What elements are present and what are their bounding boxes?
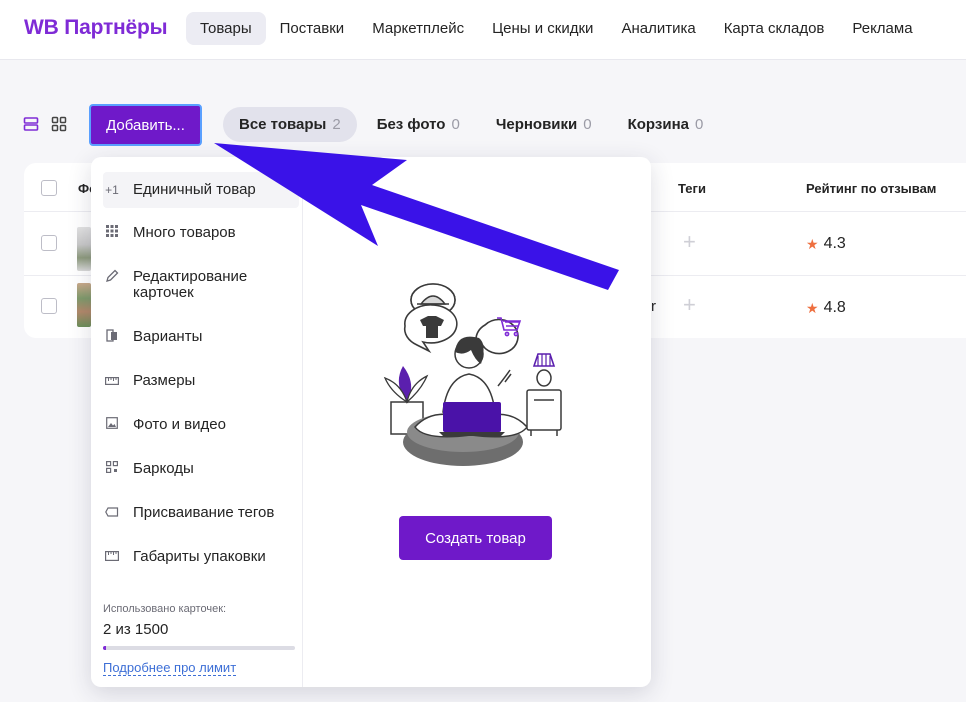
- row-checkbox[interactable]: [41, 235, 57, 251]
- usage-progress-bar: [103, 646, 295, 650]
- menu-item-label: Редактирование карточек: [133, 268, 248, 301]
- menu-item-tags[interactable]: Присваивание тегов: [103, 505, 299, 521]
- row-checkbox[interactable]: [41, 298, 57, 314]
- filter-label: Без фото: [376, 116, 446, 133]
- menu-item-package-dimensions[interactable]: Габариты упаковки: [103, 549, 299, 565]
- nav-item-analytics[interactable]: Аналитика: [607, 12, 709, 45]
- usage-progress-fill: [103, 646, 106, 650]
- filter-trash[interactable]: Корзина 0: [612, 107, 720, 142]
- pencil-icon: [103, 269, 121, 286]
- menu-item-barcodes[interactable]: Баркоды: [103, 461, 299, 477]
- star-icon: ★: [806, 235, 819, 252]
- filter-no-photo[interactable]: Без фото 0: [361, 107, 476, 142]
- filter-tabs: Все товары 2 Без фото 0 Черновики 0 Корзина…: [223, 107, 723, 142]
- nav-item-prices[interactable]: Цены и скидки: [478, 12, 607, 45]
- filter-label: Черновики: [495, 116, 578, 133]
- menu-item-label: Варианты: [133, 328, 203, 345]
- menu-item-label: Присваивание тегов: [133, 504, 275, 521]
- filter-count: 0: [451, 116, 460, 133]
- image-icon: [103, 417, 121, 433]
- add-tag-icon[interactable]: +: [683, 292, 696, 318]
- menu-item-sizes[interactable]: Размеры: [103, 373, 299, 389]
- filter-drafts[interactable]: Черновики 0: [480, 107, 608, 142]
- limit-details-link[interactable]: Подробнее про лимит: [103, 660, 237, 676]
- star-icon: ★: [806, 299, 819, 316]
- menu-item-label: Размеры: [133, 372, 196, 389]
- rating-value: 4.3: [823, 235, 846, 252]
- menu-item-label: Фото и видео: [133, 416, 226, 433]
- nav-item-ads[interactable]: Реклама: [838, 12, 926, 45]
- variants-icon: [103, 329, 121, 346]
- nav-item-warehouses[interactable]: Карта складов: [710, 12, 839, 45]
- plus-one-icon: +1: [105, 183, 119, 197]
- list-view-icon[interactable]: [23, 116, 39, 132]
- usage-caption: Использовано карточек:: [103, 603, 227, 615]
- column-tags-header: Теги: [678, 181, 706, 196]
- usage-value: 2 из 1500: [103, 621, 169, 638]
- filter-count: 0: [694, 116, 704, 133]
- grid-view-icon[interactable]: [51, 116, 67, 132]
- filter-count: 0: [583, 116, 592, 133]
- qr-icon: [103, 461, 121, 477]
- menu-item-photo-video[interactable]: Фото и видео: [103, 417, 299, 433]
- menu-item-single-product[interactable]: +1 Единичный товар: [103, 172, 299, 208]
- product-rating: ★ 4.8: [806, 299, 846, 317]
- nav-item-products[interactable]: Товары: [186, 12, 266, 45]
- menu-item-label: Единичный товар: [133, 181, 256, 198]
- filter-label: Все товары: [239, 116, 327, 133]
- menu-item-edit-cards[interactable]: Редактирование карточек: [103, 269, 299, 301]
- menu-item-variants[interactable]: Варианты: [103, 329, 299, 346]
- top-navigation: WB Партнёры Товары Поставки Маркетплейс …: [0, 0, 966, 60]
- add-tag-icon[interactable]: +: [683, 229, 696, 255]
- add-options-list: +1 Единичный товар Много товаров Редакти…: [91, 157, 303, 687]
- tag-icon: [103, 505, 121, 521]
- app-logo[interactable]: WB Партнёры: [24, 16, 168, 40]
- select-all-checkbox[interactable]: [41, 180, 57, 196]
- main-nav: Товары Поставки Маркетплейс Цены и скидк…: [186, 12, 927, 45]
- create-product-button[interactable]: Создать товар: [399, 516, 552, 560]
- add-button[interactable]: Добавить...: [89, 104, 202, 146]
- rating-value: 4.8: [823, 299, 846, 316]
- menu-item-label: Баркоды: [133, 460, 194, 477]
- filter-label: Корзина: [627, 116, 689, 133]
- product-rating: ★ 4.3: [806, 235, 846, 253]
- menu-item-label: Много товаров: [133, 224, 236, 241]
- box-ruler-icon: [103, 549, 121, 565]
- product-thumbnail[interactable]: [77, 283, 91, 327]
- filter-count: 2: [332, 116, 341, 133]
- ruler-icon: [103, 373, 121, 389]
- illustration-details: [383, 295, 562, 466]
- product-thumbnail[interactable]: [77, 227, 91, 271]
- filter-all[interactable]: Все товары 2: [223, 107, 357, 142]
- grid-icon: [103, 225, 121, 241]
- menu-item-label: Габариты упаковки: [133, 548, 266, 565]
- row-text-fragment: r: [651, 298, 656, 315]
- menu-item-many-products[interactable]: Много товаров: [103, 225, 299, 241]
- nav-item-marketplace[interactable]: Маркетплейс: [358, 12, 478, 45]
- nav-item-supplies[interactable]: Поставки: [266, 12, 359, 45]
- column-rating-header: Рейтинг по отзывам: [806, 181, 937, 196]
